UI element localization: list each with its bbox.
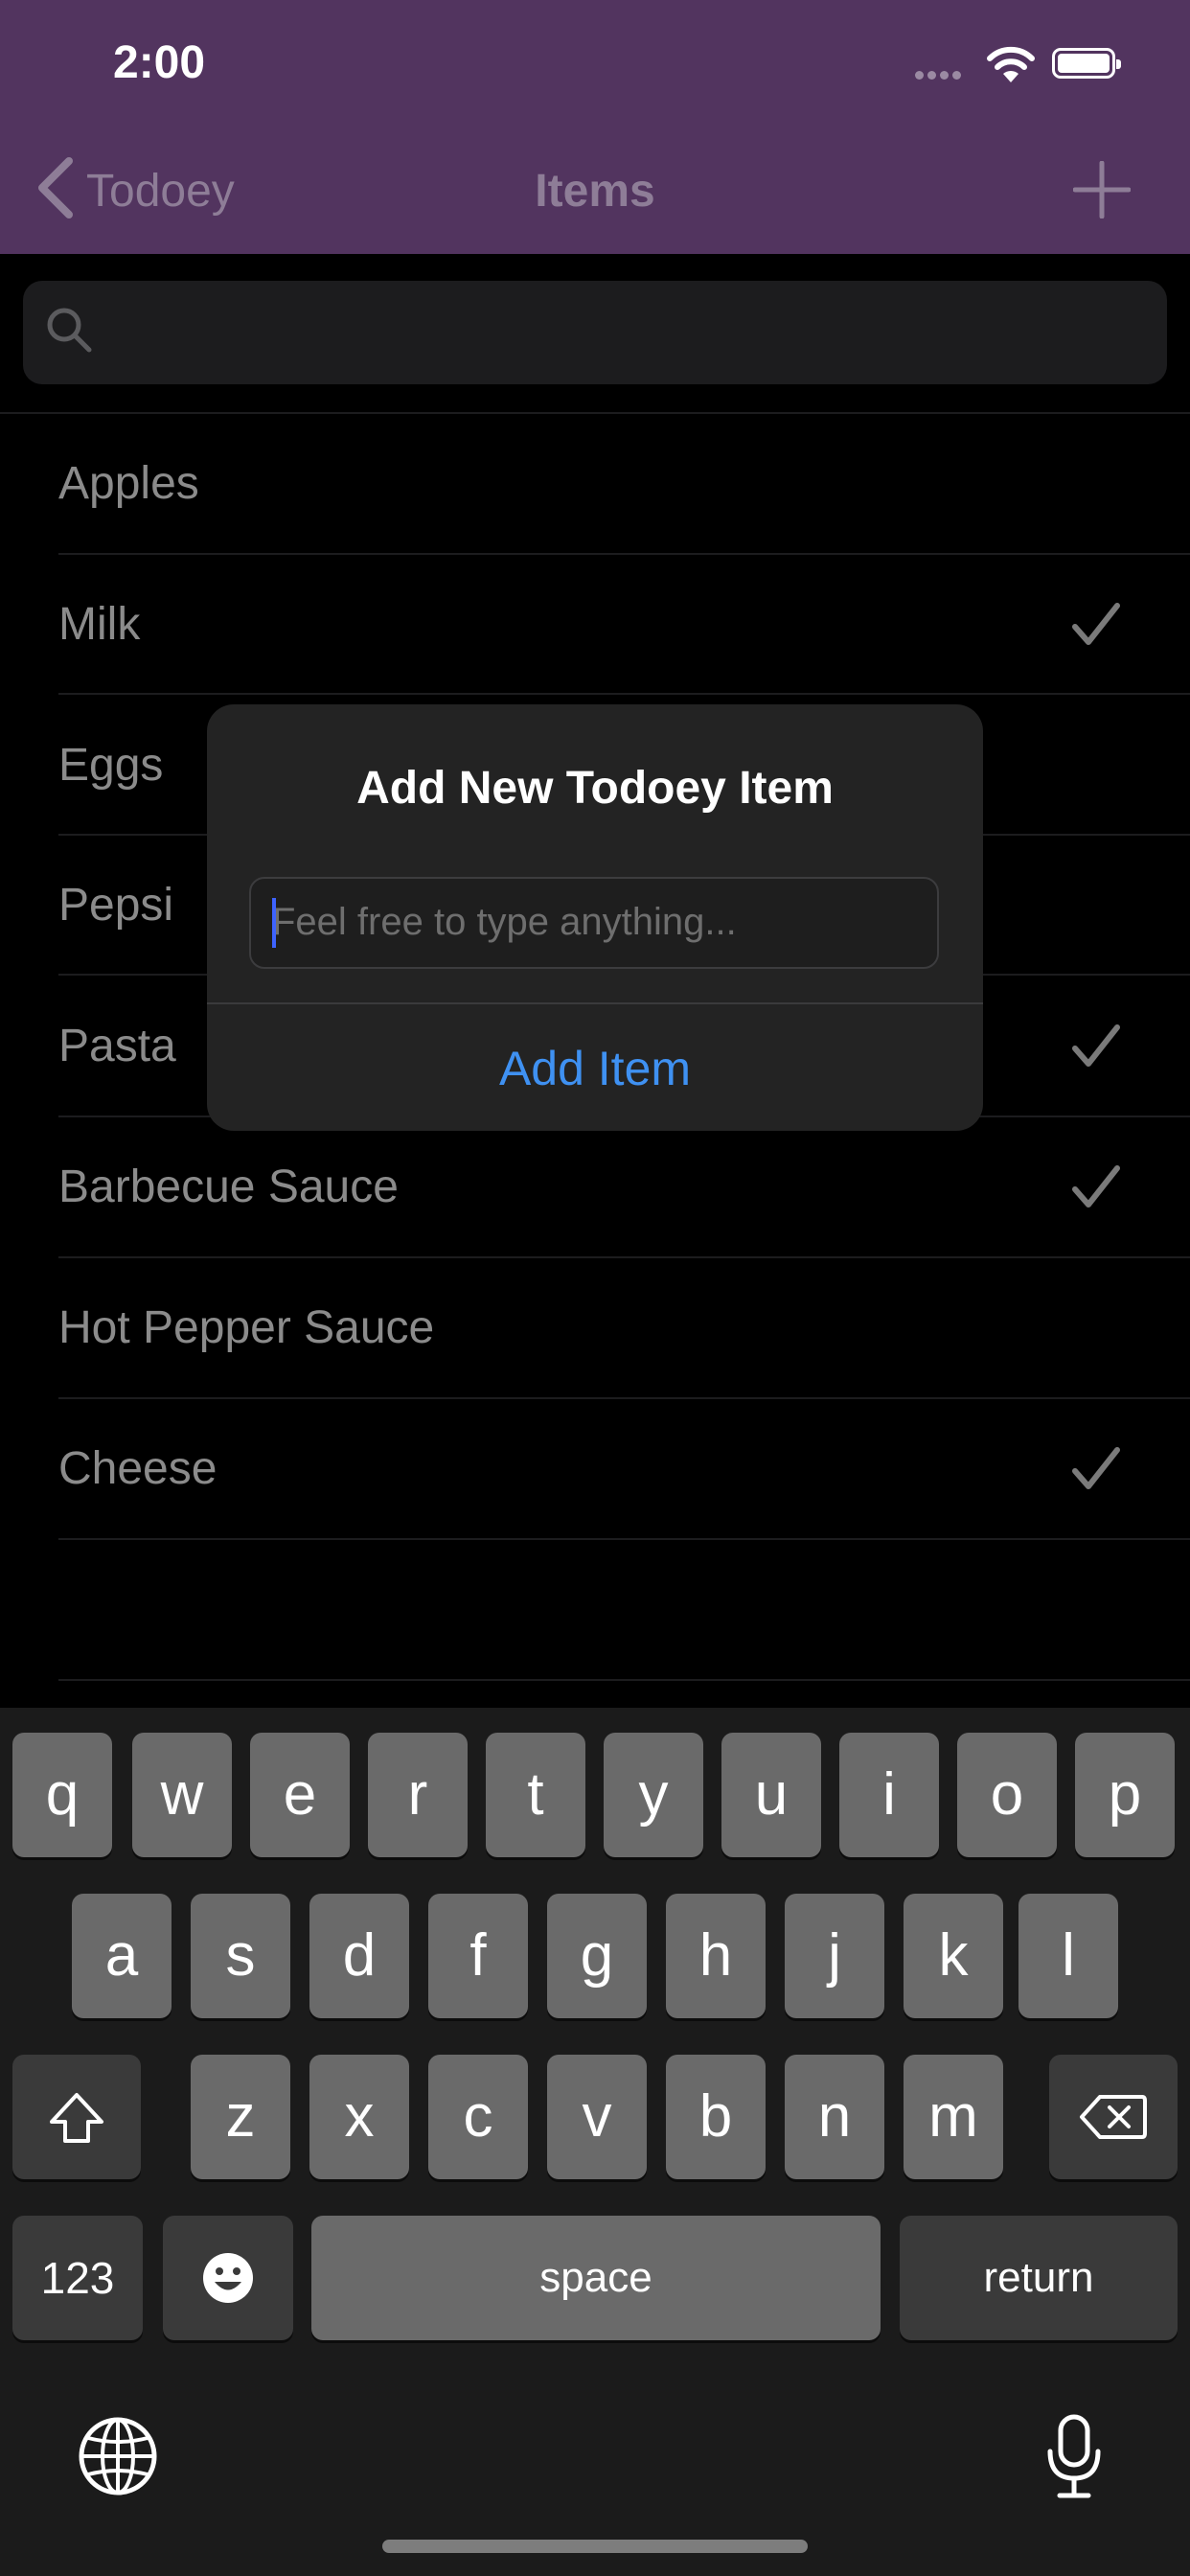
globe-icon[interactable] [77, 2415, 159, 2502]
key-a[interactable]: a [72, 1894, 172, 2018]
key-f[interactable]: f [428, 1894, 528, 2018]
numbers-key[interactable]: 123 [12, 2216, 143, 2340]
list-item[interactable]: Hot Pepper Sauce [58, 1301, 434, 1354]
key-d[interactable]: d [309, 1894, 409, 2018]
key-z[interactable]: z [191, 2055, 290, 2179]
checkmark-icon [1071, 1024, 1121, 1074]
divider [58, 693, 1190, 695]
checkmark-icon [1071, 1446, 1121, 1497]
dialog-title: Add New Todoey Item [356, 763, 834, 814]
key-k[interactable]: k [904, 1894, 1003, 2018]
key-j[interactable]: j [785, 1894, 884, 2018]
list-item[interactable]: Apples [58, 457, 199, 510]
search-icon [44, 305, 94, 359]
key-y[interactable]: y [604, 1733, 703, 1857]
divider [58, 1397, 1190, 1399]
page-title: Items [535, 166, 655, 217]
battery-icon [1052, 48, 1121, 79]
list-item[interactable]: Cheese [58, 1442, 217, 1495]
key-x[interactable]: x [309, 2055, 409, 2179]
key-s[interactable]: s [191, 1894, 290, 2018]
key-q[interactable]: q [12, 1733, 112, 1857]
cellular-signal-icon [915, 67, 965, 84]
keyboard: q w e r t y u i o p a s d f g h j k l z … [0, 1708, 1190, 2576]
list-item[interactable]: Eggs [58, 739, 163, 792]
checkmark-icon [1071, 1164, 1121, 1215]
backspace-icon [1080, 2095, 1147, 2139]
divider [58, 553, 1190, 555]
emoji-key[interactable] [163, 2216, 293, 2340]
divider [58, 1679, 1190, 1681]
add-item-button[interactable]: Add Item [207, 1041, 983, 1096]
return-key[interactable]: return [900, 2216, 1178, 2340]
checkmark-icon [1071, 602, 1121, 653]
key-w[interactable]: w [132, 1733, 232, 1857]
key-t[interactable]: t [486, 1733, 585, 1857]
divider [58, 1256, 1190, 1258]
shift-key[interactable] [12, 2055, 141, 2179]
list-item[interactable]: Pasta [58, 1020, 176, 1072]
key-l[interactable]: l [1018, 1894, 1118, 2018]
text-cursor [272, 898, 276, 948]
shift-icon [50, 2093, 103, 2143]
key-r[interactable]: r [368, 1733, 468, 1857]
delete-key[interactable] [1049, 2055, 1178, 2179]
microphone-icon[interactable] [1044, 2413, 1104, 2504]
status-time: 2:00 [113, 37, 206, 88]
key-e[interactable]: e [250, 1733, 350, 1857]
key-i[interactable]: i [839, 1733, 939, 1857]
key-h[interactable]: h [666, 1894, 766, 2018]
wifi-icon [985, 42, 1037, 89]
divider [0, 412, 1190, 414]
space-key[interactable]: space [311, 2216, 881, 2340]
emoji-icon [203, 2253, 253, 2303]
key-m[interactable]: m [904, 2055, 1003, 2179]
key-b[interactable]: b [666, 2055, 766, 2179]
key-u[interactable]: u [721, 1733, 821, 1857]
search-input[interactable] [23, 281, 1167, 384]
list-item[interactable]: Pepsi [58, 879, 173, 932]
key-g[interactable]: g [547, 1894, 647, 2018]
add-icon[interactable] [1072, 160, 1132, 223]
text-field-placeholder: Feel free to type anything... [272, 901, 737, 943]
key-p[interactable]: p [1075, 1733, 1175, 1857]
key-v[interactable]: v [547, 2055, 647, 2179]
key-c[interactable]: c [428, 2055, 528, 2179]
home-indicator[interactable] [382, 2540, 808, 2553]
divider [58, 1538, 1190, 1540]
key-o[interactable]: o [957, 1733, 1057, 1857]
list-item[interactable]: Barbecue Sauce [58, 1161, 399, 1213]
list-item[interactable]: Milk [58, 598, 140, 651]
dialog-divider [207, 1002, 983, 1004]
key-n[interactable]: n [785, 2055, 884, 2179]
